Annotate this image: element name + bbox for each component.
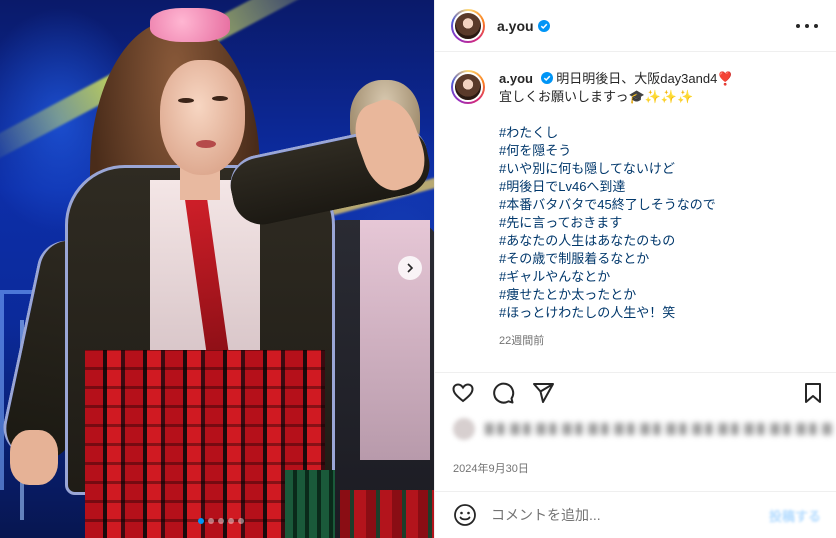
- hashtag-link[interactable]: #あなたの人生はあなたのもの: [499, 232, 734, 250]
- carousel-dot: [208, 518, 214, 524]
- comment-box: コメントを追加... 投稿する: [435, 491, 836, 538]
- hashtag-link[interactable]: #いや別に何も隠してないけど: [499, 160, 734, 178]
- avatar[interactable]: [451, 70, 485, 104]
- caption-username[interactable]: a.you: [499, 71, 533, 86]
- hashtag-link[interactable]: #明後日でLv46へ到達: [499, 178, 734, 196]
- hashtag-link[interactable]: #その歳で制服着るなとか: [499, 250, 734, 268]
- carousel-dot: [218, 518, 224, 524]
- carousel-dot: [238, 518, 244, 524]
- carousel-dot: [198, 518, 204, 524]
- hashtag-link[interactable]: #わたくし: [499, 124, 734, 142]
- post-photo[interactable]: [0, 0, 434, 538]
- action-bar: [435, 372, 836, 412]
- carousel-next-button[interactable]: [398, 256, 422, 280]
- post-side-panel: a.you a.you 明日明後日、大阪day3and4❣️ 宜しくお願いします…: [434, 0, 836, 538]
- comment-icon[interactable]: [491, 381, 515, 405]
- comment-input[interactable]: コメントを追加...: [491, 505, 601, 525]
- carousel-dots: [198, 518, 244, 524]
- hashtag-link[interactable]: #ほっとけわたしの人生や！笑: [499, 304, 734, 322]
- chevron-right-icon: [407, 263, 414, 273]
- verified-badge-icon: [540, 72, 553, 84]
- hashtag-list: #わたくし #何を隠そう #いや別に何も隠してないけど #明後日でLv46へ到達…: [499, 124, 734, 322]
- hashtag-link[interactable]: #何を隠そう: [499, 142, 734, 160]
- caption-line: 宜しくお願いしますっ🎓✨✨✨: [499, 89, 694, 104]
- more-options-icon[interactable]: [796, 16, 818, 36]
- heart-icon[interactable]: [451, 381, 475, 405]
- likes-text-blurred: [485, 423, 833, 435]
- post-comment-button[interactable]: 投稿する: [769, 506, 821, 525]
- hashtag-link[interactable]: #先に言っておきます: [499, 214, 734, 232]
- caption-area: a.you 明日明後日、大阪day3and4❣️ 宜しくお願いしますっ🎓✨✨✨ …: [435, 52, 836, 364]
- avatar[interactable]: [451, 8, 485, 43]
- emoji-icon[interactable]: [453, 503, 477, 527]
- time-ago: 22週間前: [499, 335, 545, 347]
- verified-badge-icon: [537, 19, 550, 32]
- hashtag-link[interactable]: #痩せたとか太ったとか: [499, 286, 734, 304]
- hashtag-link[interactable]: #ギャルやんなとか: [499, 268, 734, 286]
- liker-avatar: [453, 418, 475, 440]
- post-date: 2024年9月30日: [453, 463, 529, 475]
- caption-line: 明日明後日、大阪day3and4❣️: [556, 71, 734, 86]
- share-icon[interactable]: [531, 381, 555, 405]
- carousel-dot: [228, 518, 234, 524]
- hashtag-link[interactable]: #本番バタバタで45終了しそうなので: [499, 196, 734, 214]
- post-header: a.you: [435, 0, 836, 52]
- bookmark-icon[interactable]: [801, 381, 825, 405]
- likes-summary[interactable]: [453, 418, 833, 440]
- header-username[interactable]: a.you: [497, 18, 534, 34]
- caption: a.you 明日明後日、大阪day3and4❣️ 宜しくお願いしますっ🎓✨✨✨ …: [499, 70, 734, 364]
